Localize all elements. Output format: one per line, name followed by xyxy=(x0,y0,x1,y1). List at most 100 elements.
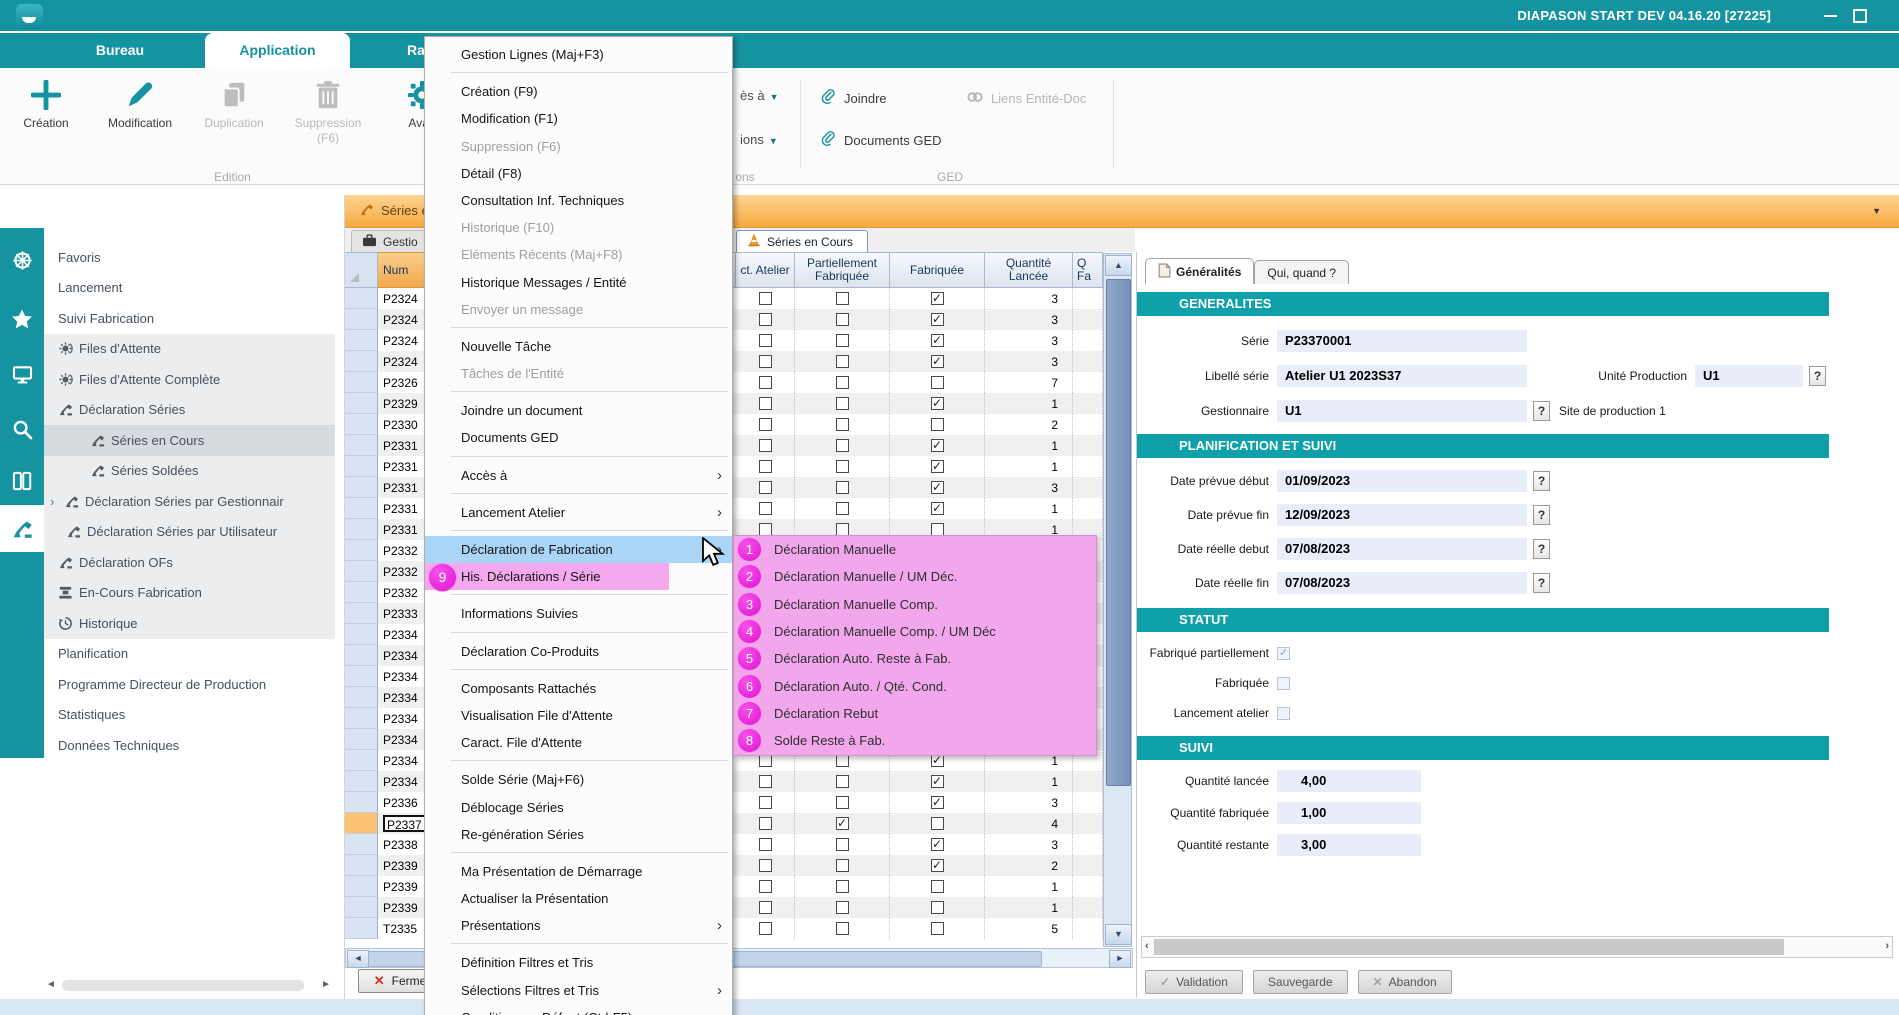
column-header-partiellement[interactable]: PartiellementFabriquée xyxy=(795,252,890,288)
sidebar-item-favoris[interactable]: Favoris xyxy=(44,242,335,273)
scroll-left-icon[interactable]: ‹ xyxy=(1145,940,1149,952)
quantity-field[interactable]: 4,00 xyxy=(1277,770,1421,792)
cell-atelier-checkbox[interactable] xyxy=(736,309,795,330)
menu-item-documents-ged[interactable]: Documents GED xyxy=(425,424,732,451)
menu-item-nouvelle-t-che[interactable]: Nouvelle Tâche xyxy=(425,333,732,360)
cell-atelier-checkbox[interactable] xyxy=(736,456,795,477)
menu-item-condition-par-d-faut-ctrl-f5-[interactable]: Condition par Défaut (Ctrl-F5) xyxy=(425,1004,732,1015)
gestionnaire-field[interactable]: U1 xyxy=(1277,400,1527,422)
row-selector[interactable] xyxy=(345,519,378,540)
row-selector[interactable] xyxy=(345,288,378,309)
row-selector[interactable] xyxy=(345,372,378,393)
cell-atelier-checkbox[interactable] xyxy=(736,330,795,351)
menu-item-historique-messages-entit-[interactable]: Historique Messages / Entité xyxy=(425,269,732,296)
cell-fabriquee-checkbox[interactable]: ✓ xyxy=(890,834,985,855)
row-selector[interactable] xyxy=(345,351,378,372)
row-selector[interactable] xyxy=(345,624,378,645)
cell-atelier-checkbox[interactable] xyxy=(736,351,795,372)
row-selector[interactable] xyxy=(345,561,378,582)
rail-grid-icon[interactable] xyxy=(0,471,44,496)
date-field[interactable]: 01/09/2023 xyxy=(1277,470,1527,492)
cell-atelier-checkbox[interactable] xyxy=(736,918,795,939)
rail-star-icon[interactable] xyxy=(0,308,44,335)
menu-item-lancement-atelier[interactable]: Lancement Atelier› xyxy=(425,499,732,526)
scroll-left-icon[interactable]: ◄ xyxy=(46,979,56,990)
row-selector[interactable] xyxy=(345,876,378,897)
row-selector[interactable] xyxy=(345,393,378,414)
actions-fragment[interactable]: ions▼ xyxy=(740,132,778,147)
document-tab-s-ries-en-cours[interactable]: Séries en Cours xyxy=(736,230,868,252)
menu-item-consultation-inf-techniques[interactable]: Consultation Inf. Techniques xyxy=(425,187,732,214)
sidebar-item-en-cours-fabrication[interactable]: En-Cours Fabrication xyxy=(44,578,335,609)
sidebar-item-files-d-attente[interactable]: Files d'Attente xyxy=(44,334,335,365)
menu-item-d-claration-de-fabrication[interactable]: Déclaration de Fabrication› xyxy=(425,536,732,563)
cell-partiellement-checkbox[interactable] xyxy=(795,456,890,477)
cr-ation-button[interactable]: Création xyxy=(0,74,92,131)
scroll-right-icon[interactable]: › xyxy=(1885,940,1889,952)
cell-atelier-checkbox[interactable] xyxy=(736,834,795,855)
row-selector[interactable] xyxy=(345,582,378,603)
actions-fragment[interactable]: ès à▼ xyxy=(740,88,779,103)
libelle-field[interactable]: Atelier U1 2023S37 xyxy=(1277,365,1527,387)
cell-atelier-checkbox[interactable] xyxy=(736,498,795,519)
cell-atelier-checkbox[interactable] xyxy=(736,897,795,918)
submenu-item-solde-reste-fab-[interactable]: 8Solde Reste à Fab. xyxy=(734,727,1096,754)
sauvegarde-button[interactable]: Sauvegarde xyxy=(1253,970,1348,994)
row-selector[interactable] xyxy=(345,792,378,813)
cell-atelier-checkbox[interactable] xyxy=(736,771,795,792)
row-selector[interactable] xyxy=(345,708,378,729)
menu-item-pr-sentations[interactable]: Présentations› xyxy=(425,912,732,939)
cell-partiellement-checkbox[interactable] xyxy=(795,834,890,855)
help-button[interactable]: ? xyxy=(1533,539,1550,559)
column-header-quantite-fabriquee[interactable]: QFa xyxy=(1073,252,1103,288)
submenu-item-d-claration-manuelle-comp-[interactable]: 3Déclaration Manuelle Comp. xyxy=(734,591,1096,618)
sidebar-item-statistiques[interactable]: Statistiques xyxy=(44,700,335,731)
cell-partiellement-checkbox[interactable] xyxy=(795,897,890,918)
modification-button[interactable]: Modification xyxy=(94,74,186,131)
cell-partiellement-checkbox[interactable] xyxy=(795,309,890,330)
row-selector[interactable] xyxy=(345,603,378,624)
row-selector[interactable] xyxy=(345,750,378,771)
cell-partiellement-checkbox[interactable] xyxy=(795,435,890,456)
menu-item-d-blocage-s-ries[interactable]: Déblocage Séries xyxy=(425,794,732,821)
cell-fabriquee-checkbox[interactable]: ✓ xyxy=(890,477,985,498)
column-header-fabriquee[interactable]: Fabriquée xyxy=(890,252,985,288)
row-selector[interactable] xyxy=(345,645,378,666)
menu-item-cr-ation-f9-[interactable]: Création (F9) xyxy=(425,78,732,105)
menu-item-composants-rattach-s[interactable]: Composants Rattachés xyxy=(425,675,732,702)
date-field[interactable]: 07/08/2023 xyxy=(1277,538,1527,560)
cell-partiellement-checkbox[interactable] xyxy=(795,876,890,897)
cell-atelier-checkbox[interactable] xyxy=(736,435,795,456)
scroll-up-icon[interactable]: ▲ xyxy=(1105,255,1132,276)
cell-atelier-checkbox[interactable] xyxy=(736,477,795,498)
documents-ged-button[interactable]: Documents GED xyxy=(820,130,942,150)
sidebar-item-d-claration-s-ries-par-utilisateur[interactable]: Déclaration Séries par Utilisateur xyxy=(44,517,335,548)
row-selector[interactable] xyxy=(345,855,378,876)
row-selector[interactable] xyxy=(345,435,378,456)
menu-item-visualisation-file-d-attente[interactable]: Visualisation File d'Attente xyxy=(425,702,732,729)
submenu-item-d-claration-auto-qt-cond-[interactable]: 6Déclaration Auto. / Qté. Cond. xyxy=(734,672,1096,699)
cell-fabriquee-checkbox[interactable]: ✓ xyxy=(890,330,985,351)
row-selector[interactable] xyxy=(345,771,378,792)
scrollbar-thumb[interactable] xyxy=(1106,279,1131,786)
menu-item-his-d-clarations-s-rie[interactable]: His. Déclarations / Série9 xyxy=(425,563,732,590)
expander-icon[interactable]: › xyxy=(50,494,64,509)
column-header-quantite-lancee[interactable]: QuantitéLancée xyxy=(985,252,1073,288)
cell-fabriquee-checkbox[interactable]: ✓ xyxy=(890,855,985,876)
date-field[interactable]: 12/09/2023 xyxy=(1277,504,1527,526)
sidebar-item-historique[interactable]: Historique xyxy=(44,608,335,639)
row-selector[interactable] xyxy=(345,540,378,561)
help-button[interactable]: ? xyxy=(1533,471,1550,491)
rail-production-active[interactable] xyxy=(0,505,44,552)
cell-partiellement-checkbox[interactable] xyxy=(795,855,890,876)
cell-partiellement-checkbox[interactable] xyxy=(795,414,890,435)
cell-fabriquee-checkbox[interactable]: ✓ xyxy=(890,435,985,456)
cell-partiellement-checkbox[interactable] xyxy=(795,393,890,414)
row-selector[interactable] xyxy=(345,897,378,918)
cell-fabriquee-checkbox[interactable]: ✓ xyxy=(890,792,985,813)
cell-partiellement-checkbox[interactable] xyxy=(795,372,890,393)
abandon-button[interactable]: ✕Abandon xyxy=(1358,970,1452,994)
menu-item-solde-s-rie-maj-f6-[interactable]: Solde Série (Maj+F6) xyxy=(425,766,732,793)
cell-fabriquee-checkbox[interactable] xyxy=(890,897,985,918)
checkbox[interactable]: ✓ xyxy=(1277,647,1290,660)
